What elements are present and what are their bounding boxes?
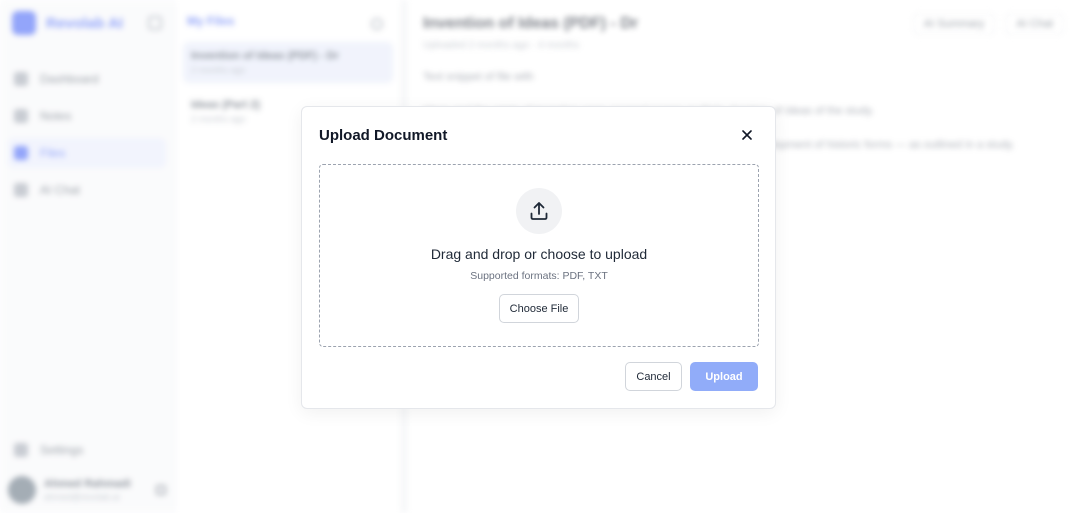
files-icon bbox=[14, 146, 28, 160]
upload-icon-container bbox=[516, 188, 562, 234]
document-subtitle: Uploaded 2 months ago · 4 months bbox=[423, 40, 580, 51]
close-icon bbox=[742, 130, 752, 140]
nav-item-notes[interactable]: Notes bbox=[8, 101, 166, 131]
nav-item-settings[interactable]: Settings bbox=[8, 435, 166, 465]
add-file-icon[interactable] bbox=[371, 18, 383, 30]
nav-item-label: Notes bbox=[40, 109, 72, 123]
modal-title: Upload Document bbox=[319, 127, 448, 144]
file-panel-title: My Files bbox=[187, 14, 235, 28]
choose-file-button[interactable]: Choose File bbox=[499, 294, 579, 323]
gear-icon bbox=[14, 443, 28, 457]
document-actions: AI Summary AI Chat bbox=[912, 13, 1064, 35]
ai-chat-button[interactable]: AI Chat bbox=[1005, 13, 1064, 35]
drop-zone-headline: Drag and drop or choose to upload bbox=[430, 246, 648, 262]
ai-summary-button[interactable]: AI Summary bbox=[912, 13, 996, 35]
document-header: Invention of Ideas (PDF) - Dr AI Summary… bbox=[423, 13, 1064, 35]
settings-label: Settings bbox=[40, 443, 84, 457]
user-menu-icon[interactable] bbox=[156, 485, 166, 495]
upload-document-modal: Upload Document Drag and drop or choose … bbox=[301, 106, 776, 409]
nav-item-ai-chat[interactable]: AI Chat bbox=[8, 175, 166, 205]
user-name: Ahmed Rahmadi bbox=[44, 478, 131, 490]
avatar bbox=[8, 476, 36, 504]
file-drop-zone[interactable]: Drag and drop or choose to upload Suppor… bbox=[319, 164, 759, 347]
nav-item-files[interactable]: Files bbox=[8, 138, 166, 168]
file-date: 2 months ago bbox=[191, 65, 246, 75]
nav-item-label: AI Chat bbox=[40, 183, 81, 197]
cancel-button[interactable]: Cancel bbox=[625, 362, 682, 391]
dashboard-icon bbox=[14, 72, 28, 86]
nav-item-label: Files bbox=[40, 146, 66, 160]
brand-name: Revolab AI bbox=[46, 14, 123, 32]
upload-icon bbox=[530, 202, 548, 220]
sidebar-footer: Settings Ahmed Rahmadi ahmed@revolab.ai bbox=[8, 435, 166, 507]
close-button[interactable] bbox=[739, 127, 755, 143]
document-paragraph: Text snippet of file with bbox=[423, 71, 534, 83]
upload-button[interactable]: Upload bbox=[690, 362, 758, 391]
user-profile[interactable]: Ahmed Rahmadi ahmed@revolab.ai bbox=[8, 473, 166, 507]
chat-icon bbox=[14, 183, 28, 197]
sidebar: Revolab AI Dashboard Notes Files AI Chat… bbox=[0, 0, 175, 513]
user-email: ahmed@revolab.ai bbox=[44, 492, 120, 502]
file-name: Invention of Ideas (PDF) - Dr bbox=[191, 50, 339, 62]
nav-item-dashboard[interactable]: Dashboard bbox=[8, 64, 166, 94]
supported-formats-text: Supported formats: PDF, TXT bbox=[470, 270, 608, 282]
notes-icon bbox=[14, 109, 28, 123]
brand: Revolab AI bbox=[8, 10, 166, 36]
user-meta: Ahmed Rahmadi ahmed@revolab.ai bbox=[44, 478, 156, 502]
collapse-sidebar-icon[interactable] bbox=[148, 16, 162, 30]
brand-logo bbox=[12, 11, 36, 35]
file-list-item[interactable]: Invention of Ideas (PDF) - Dr 2 months a… bbox=[183, 42, 393, 83]
modal-footer: Cancel Upload bbox=[625, 362, 758, 391]
nav-item-label: Dashboard bbox=[40, 72, 99, 86]
document-title: Invention of Ideas (PDF) - Dr bbox=[423, 15, 639, 32]
